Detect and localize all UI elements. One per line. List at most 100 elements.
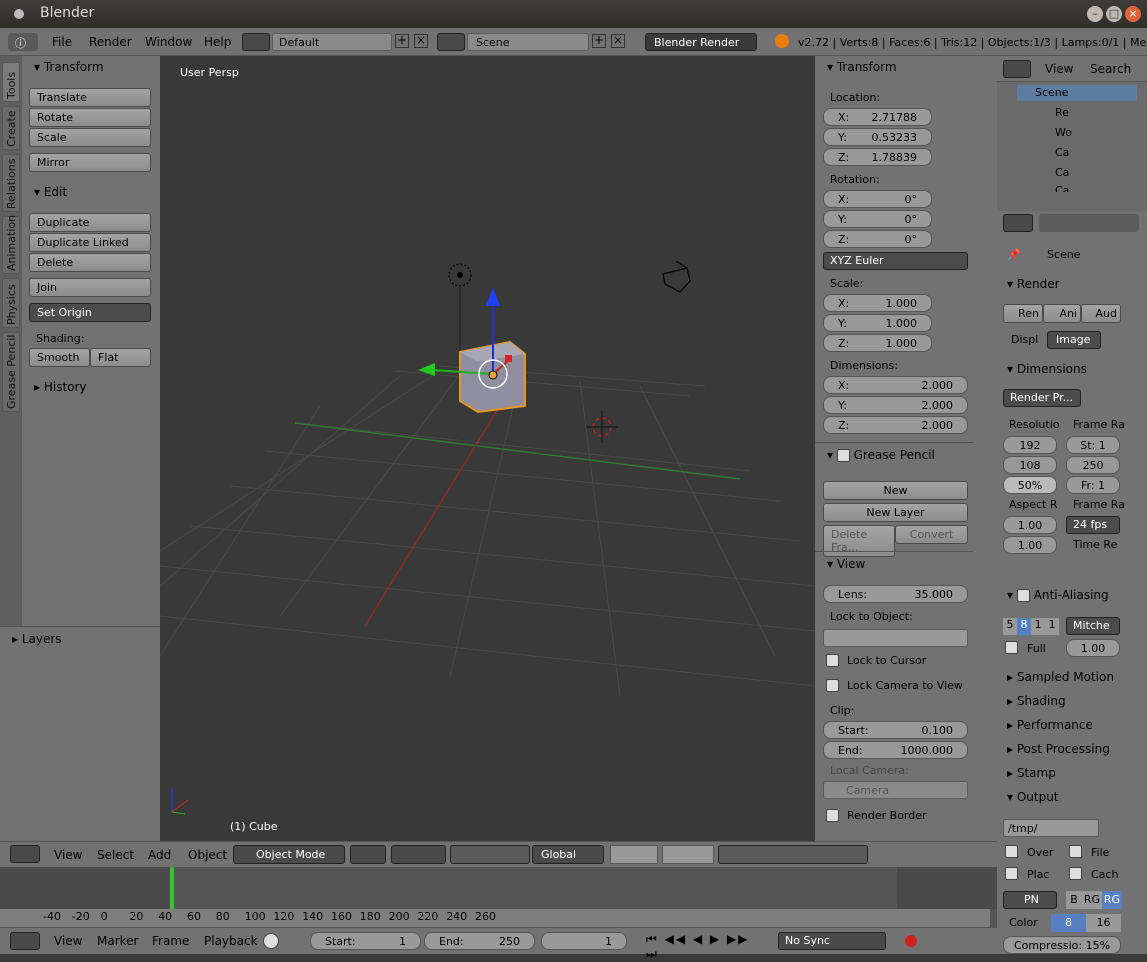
3d-menu-select[interactable]: Select bbox=[97, 848, 134, 862]
timeline-menu-marker[interactable]: Marker bbox=[97, 934, 138, 948]
post-processing-header[interactable]: ▸ Post Processing bbox=[1007, 742, 1110, 756]
render-border-checkbox[interactable] bbox=[826, 809, 839, 822]
pin-icon[interactable]: 📌 bbox=[1007, 248, 1021, 261]
tab-grease-pencil[interactable]: Grease Pencil bbox=[2, 332, 20, 412]
anti-aliasing-header[interactable]: ▾ Anti-Aliasing bbox=[1007, 588, 1109, 602]
file-format-select[interactable]: PN bbox=[1003, 891, 1057, 909]
outliner-item-cube[interactable]: Ca bbox=[1055, 166, 1069, 179]
scale-z-field[interactable]: Z: 1.000 bbox=[823, 334, 932, 352]
manipulator-icons[interactable] bbox=[450, 845, 530, 864]
outliner-item-lamp[interactable]: Ca bbox=[1055, 184, 1069, 192]
dimension-x-field[interactable]: X: 2.000 bbox=[823, 376, 968, 394]
outliner-view-menu[interactable]: View bbox=[1045, 62, 1073, 76]
outliner-item-camera[interactable]: Ca bbox=[1055, 146, 1069, 159]
remove-screen-icon[interactable]: × bbox=[414, 34, 428, 48]
tab-physics[interactable]: Physics bbox=[2, 278, 20, 328]
aa-samples-5[interactable]: 5 bbox=[1003, 618, 1017, 635]
outliner-item-scene[interactable]: Scene bbox=[1035, 86, 1069, 99]
output-panel-header[interactable]: ▾ Output bbox=[1007, 790, 1059, 804]
viewport-shading-icon[interactable] bbox=[350, 845, 386, 864]
display-select[interactable]: Image bbox=[1047, 331, 1101, 349]
location-x-field[interactable]: X: 2.71788 bbox=[823, 108, 932, 126]
rotation-z-field[interactable]: Z: 0° bbox=[823, 230, 932, 248]
3d-menu-view[interactable]: View bbox=[54, 848, 82, 862]
scene-name-field[interactable]: Scene bbox=[467, 33, 589, 51]
color-rgba-button[interactable]: RG bbox=[1102, 891, 1122, 909]
menu-file[interactable]: File bbox=[52, 35, 72, 49]
lock-object-field[interactable] bbox=[823, 629, 968, 647]
location-z-field[interactable]: Z: 1.78839 bbox=[823, 148, 932, 166]
aa-filter-select[interactable]: Mitche bbox=[1066, 617, 1120, 635]
layer-buttons-1[interactable] bbox=[610, 845, 658, 864]
lock-camera-checkbox[interactable] bbox=[826, 679, 839, 692]
clip-start-field[interactable]: Start: 0.100 bbox=[823, 721, 968, 739]
render-panel-header[interactable]: ▾ Render bbox=[1007, 277, 1060, 291]
performance-panel-header[interactable]: ▸ Performance bbox=[1007, 718, 1093, 732]
frame-start-field[interactable]: St: 1 bbox=[1066, 436, 1120, 454]
add-scene-icon[interactable]: + bbox=[592, 34, 606, 48]
color-depth-16-button[interactable]: 16 bbox=[1086, 914, 1121, 932]
resolution-x-field[interactable]: 192 bbox=[1003, 436, 1057, 454]
rotation-x-field[interactable]: X: 0° bbox=[823, 190, 932, 208]
outliner-item-renderlayers[interactable]: Re bbox=[1055, 106, 1069, 119]
record-icon[interactable] bbox=[905, 935, 917, 947]
smooth-button[interactable]: Smooth bbox=[29, 348, 90, 367]
aspect-x-field[interactable]: 1.00 bbox=[1003, 516, 1057, 534]
render-animation-button[interactable]: Ani bbox=[1043, 304, 1081, 323]
sync-mode-select[interactable]: No Sync bbox=[778, 932, 886, 950]
transform-panel-header[interactable]: ▾ Transform bbox=[34, 60, 104, 74]
aspect-y-field[interactable]: 1.00 bbox=[1003, 536, 1057, 554]
translate-button[interactable]: Translate bbox=[29, 88, 151, 107]
sampled-motion-header[interactable]: ▸ Sampled Motion bbox=[1007, 670, 1114, 684]
color-depth-8-button[interactable]: 8 bbox=[1051, 914, 1086, 932]
delete-button[interactable]: Delete bbox=[29, 253, 151, 272]
3d-view-editor-type-icon[interactable] bbox=[10, 845, 40, 863]
join-button[interactable]: Join bbox=[29, 278, 151, 297]
frame-step-field[interactable]: Fr: 1 bbox=[1066, 476, 1120, 494]
properties-context-tabs[interactable] bbox=[1039, 214, 1139, 232]
file-extensions-checkbox[interactable] bbox=[1069, 845, 1082, 858]
editor-type-info-icon[interactable]: ⓘ bbox=[8, 33, 38, 51]
window-menu-icon[interactable] bbox=[14, 9, 24, 19]
rotation-y-field[interactable]: Y: 0° bbox=[823, 210, 932, 228]
location-y-field[interactable]: Y: 0.53233 bbox=[823, 128, 932, 146]
outliner-search-menu[interactable]: Search bbox=[1090, 62, 1131, 76]
flat-button[interactable]: Flat bbox=[90, 348, 151, 367]
render-preset-select[interactable]: Render Pr... bbox=[1003, 389, 1081, 407]
tab-animation[interactable]: Animation bbox=[2, 215, 20, 274]
resolution-y-field[interactable]: 108 bbox=[1003, 456, 1057, 474]
placeholders-checkbox[interactable] bbox=[1005, 867, 1018, 880]
stamp-panel-header[interactable]: ▸ Stamp bbox=[1007, 766, 1056, 780]
properties-editor-type-icon[interactable] bbox=[1003, 214, 1033, 232]
full-sample-checkbox[interactable] bbox=[1005, 641, 1018, 654]
local-camera-field[interactable]: Camera bbox=[823, 781, 968, 799]
color-rgb-button[interactable]: RG bbox=[1082, 891, 1102, 909]
3d-viewport[interactable]: User Persp (1) Cube bbox=[160, 56, 815, 841]
shading-panel-header[interactable]: ▸ Shading bbox=[1007, 694, 1066, 708]
output-path-field[interactable]: /tmp/ bbox=[1003, 819, 1099, 837]
overwrite-checkbox[interactable] bbox=[1005, 845, 1018, 858]
menu-render[interactable]: Render bbox=[89, 35, 132, 49]
snapping-and-render-icons[interactable] bbox=[718, 845, 868, 864]
scale-x-field[interactable]: X: 1.000 bbox=[823, 294, 932, 312]
scale-y-field[interactable]: Y: 1.000 bbox=[823, 314, 932, 332]
clip-end-field[interactable]: End: 1000.000 bbox=[823, 741, 968, 759]
resolution-percentage-field[interactable]: 50% bbox=[1003, 476, 1057, 494]
menu-window[interactable]: Window bbox=[145, 35, 192, 49]
rotation-mode-select[interactable]: XYZ Euler bbox=[823, 252, 968, 270]
edit-panel-header[interactable]: ▾ Edit bbox=[34, 185, 67, 199]
maximize-icon[interactable]: □ bbox=[1106, 6, 1122, 22]
frame-rate-select[interactable]: 24 fps bbox=[1066, 516, 1120, 534]
screen-layout-icon[interactable] bbox=[242, 33, 270, 51]
current-frame-field[interactable]: 1 bbox=[541, 932, 627, 950]
tab-create[interactable]: Create bbox=[2, 106, 20, 150]
outliner-editor-type-icon[interactable] bbox=[1003, 60, 1031, 78]
end-frame-field[interactable]: End: 250 bbox=[424, 932, 535, 950]
new-layer-button[interactable]: New Layer bbox=[823, 503, 968, 522]
screen-name-field[interactable]: Default bbox=[272, 33, 392, 51]
duplicate-linked-button[interactable]: Duplicate Linked bbox=[29, 233, 151, 252]
rotate-button[interactable]: Rotate bbox=[29, 108, 151, 127]
timeline-menu-frame[interactable]: Frame bbox=[152, 934, 189, 948]
timeline[interactable]: -40 -20 0 20 40 60 80 100 120 140 160 180 200 220 240 2… bbox=[0, 867, 997, 927]
render-image-button[interactable]: Ren bbox=[1003, 304, 1043, 323]
